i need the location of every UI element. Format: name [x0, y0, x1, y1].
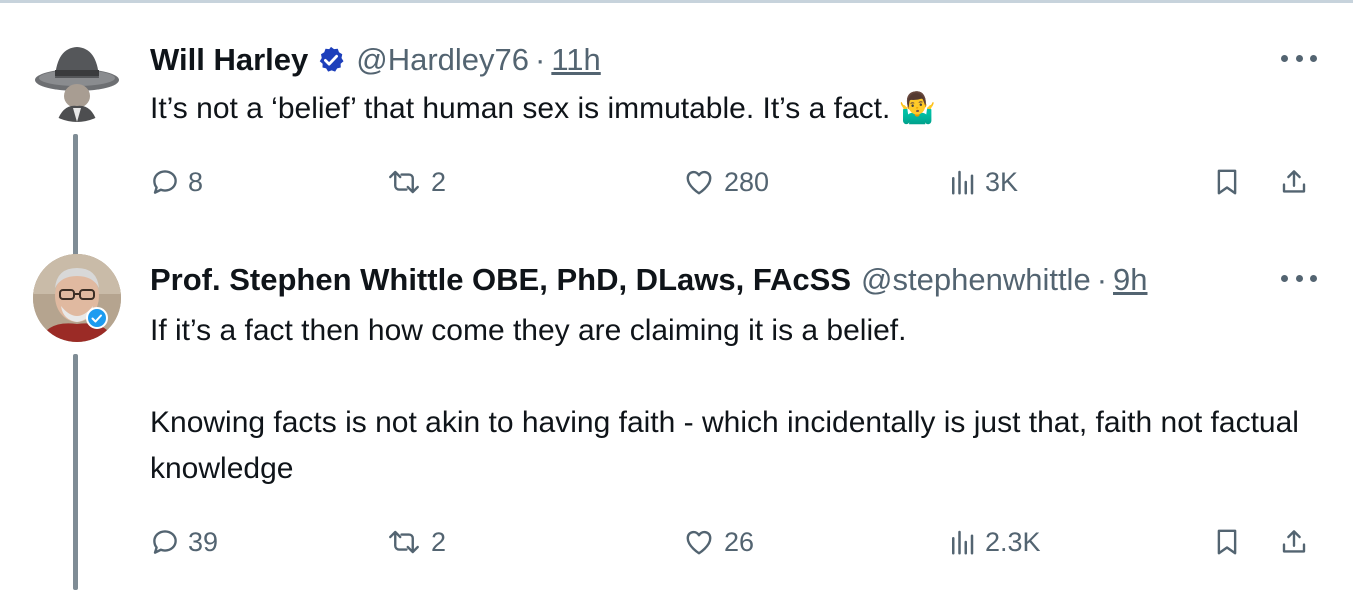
verified-badge-icon	[316, 45, 346, 75]
views-count: 3K	[985, 166, 1019, 197]
like-button[interactable]: 26	[682, 522, 754, 562]
views-button[interactable]: 2.3K	[947, 522, 1041, 562]
author-handle[interactable]: @Hardley76	[356, 42, 529, 78]
more-icon[interactable]	[1281, 266, 1317, 290]
bookmark-button[interactable]	[1212, 162, 1242, 202]
thread-line	[73, 354, 78, 590]
reply-icon	[153, 530, 177, 554]
views-icon	[952, 530, 974, 555]
tweet-text-content: It’s not a ‘belief’ that human sex is im…	[150, 92, 891, 125]
retweet-icon	[389, 170, 419, 194]
views-button[interactable]: 3K	[947, 162, 1018, 202]
author-name[interactable]: Prof. Stephen Whittle OBE, PhD, DLaws, F…	[150, 262, 851, 298]
heart-icon	[686, 530, 712, 555]
tweet[interactable]: Will Harley @Hardley76 · 11h It’s not a …	[0, 30, 1353, 274]
timestamp[interactable]: 9h	[1113, 262, 1147, 298]
tweet-text: It’s not a ‘belief’ that human sex is im…	[150, 86, 936, 132]
tweet-header: Will Harley @Hardley76 · 11h	[150, 40, 601, 80]
retweet-count: 2	[431, 166, 447, 197]
reply-count: 8	[188, 166, 204, 197]
share-icon	[1282, 530, 1306, 553]
tweet[interactable]: Prof. Stephen Whittle OBE, PhD, DLaws, F…	[0, 250, 1353, 600]
avatar[interactable]	[33, 34, 121, 122]
retweet-button[interactable]: 2	[385, 162, 446, 202]
reply-count: 39	[188, 526, 219, 557]
separator-dot: ·	[535, 42, 546, 77]
like-button[interactable]: 280	[682, 162, 769, 202]
tweet-thread: Will Harley @Hardley76 · 11h It’s not a …	[0, 0, 1353, 600]
bookmark-button[interactable]	[1212, 522, 1242, 562]
retweet-icon	[389, 530, 419, 554]
views-icon	[952, 170, 974, 195]
bookmark-icon	[1217, 529, 1237, 555]
retweet-button[interactable]: 2	[385, 522, 446, 562]
share-icon	[1282, 170, 1306, 193]
like-count: 280	[724, 166, 770, 197]
reply-button[interactable]: 39	[150, 522, 218, 562]
retweet-count: 2	[431, 526, 447, 557]
tweet-actions: 39 2 26 2.3K	[150, 522, 1320, 562]
tweet-text: If it’s a fact then how come they are cl…	[150, 314, 1299, 485]
avatar[interactable]	[33, 254, 121, 342]
more-icon[interactable]	[1281, 46, 1317, 70]
tweet-actions: 8 2 280 3K	[150, 162, 1320, 202]
person-shrugging-emoji: 🤷‍♂️	[898, 92, 937, 125]
reply-icon	[153, 170, 177, 194]
views-count: 2.3K	[985, 526, 1041, 557]
separator-dot: ·	[1096, 262, 1108, 297]
author-name[interactable]: Will Harley	[150, 42, 308, 78]
bookmark-icon	[1217, 169, 1237, 195]
heart-icon	[686, 170, 712, 195]
reply-button[interactable]: 8	[150, 162, 203, 202]
share-button[interactable]	[1279, 162, 1309, 202]
share-button[interactable]	[1279, 522, 1309, 562]
tweet-header: Prof. Stephen Whittle OBE, PhD, DLaws, F…	[150, 260, 1148, 300]
author-handle[interactable]: @stephenwhittle	[861, 262, 1091, 298]
timestamp[interactable]: 11h	[551, 42, 600, 78]
like-count: 26	[724, 526, 755, 557]
